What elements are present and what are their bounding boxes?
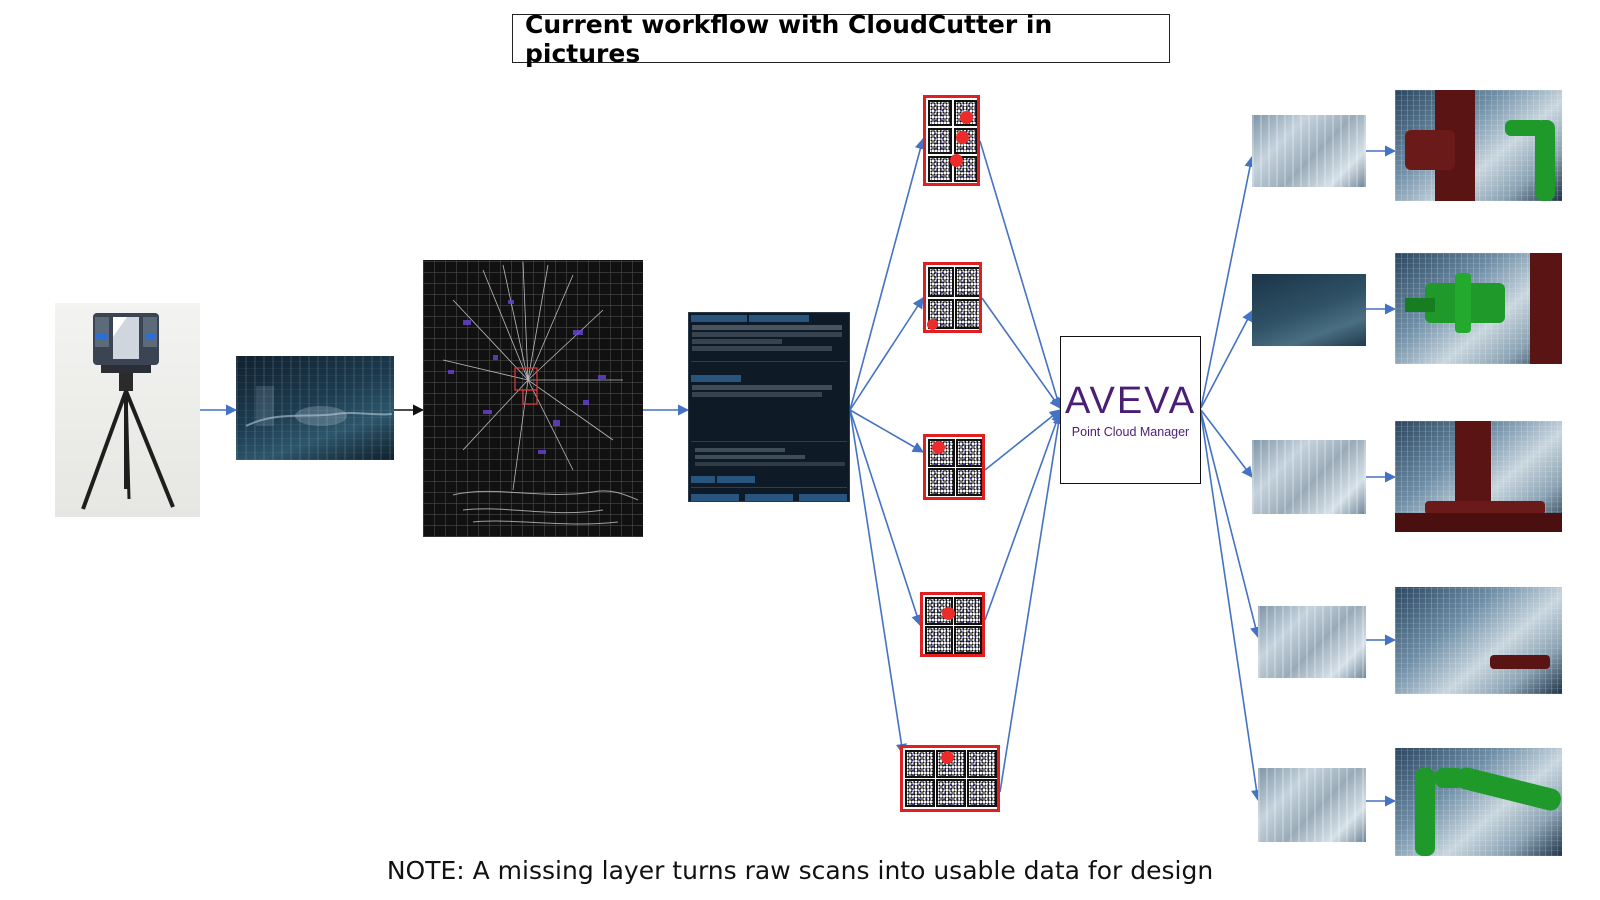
tile-selection-2 bbox=[923, 262, 982, 333]
selection-marker bbox=[960, 111, 973, 124]
result-pointcloud-3 bbox=[1252, 440, 1366, 514]
raw-scan-pointcloud bbox=[236, 356, 394, 460]
result-pointcloud-5 bbox=[1258, 768, 1366, 842]
arrow-tiles-4-to-aveva bbox=[984, 410, 1062, 621]
model-result-3 bbox=[1395, 421, 1562, 532]
arrow-panel-to-tiles-4 bbox=[849, 409, 923, 627]
arrow-panel-to-tiles-1 bbox=[849, 137, 926, 411]
arrow-aveva-to-result-5 bbox=[1200, 413, 1263, 802]
selection-marker bbox=[950, 154, 963, 167]
model-result-4 bbox=[1395, 587, 1562, 694]
tile-selection-1 bbox=[923, 95, 980, 186]
result-pointcloud-2 bbox=[1252, 274, 1366, 346]
arrow-aveva-to-result-4 bbox=[1200, 411, 1261, 639]
arrow-aveva-to-result-1 bbox=[1200, 155, 1256, 409]
tile-selection-5 bbox=[900, 745, 1000, 812]
arrow-panel-to-tiles-2 bbox=[849, 297, 924, 411]
selection-marker bbox=[942, 607, 955, 620]
arrow-panel-to-tiles-3 bbox=[849, 409, 924, 453]
arrow-tiles-3-to-aveva bbox=[984, 409, 1061, 471]
arrow-aveva-to-result-3 bbox=[1200, 409, 1253, 478]
result-pointcloud-4 bbox=[1258, 606, 1366, 678]
cloudcutter-app-panel bbox=[688, 312, 850, 502]
aveva-point-cloud-manager: AVEVA Point Cloud Manager bbox=[1060, 336, 1201, 484]
tile-selection-3 bbox=[923, 434, 985, 500]
diagram-title: Current workflow with CloudCutter in pic… bbox=[512, 10, 1170, 68]
arrow-panel-to-tiles-5 bbox=[849, 409, 907, 756]
model-result-5 bbox=[1395, 748, 1562, 856]
arrow-aveva-to-result-2 bbox=[1200, 310, 1253, 409]
arrow-tiles-5-to-aveva bbox=[999, 412, 1064, 793]
laser-scanner-photo bbox=[55, 303, 200, 517]
footer-note: NOTE: A missing layer turns raw scans in… bbox=[386, 856, 1214, 885]
selection-marker bbox=[932, 441, 945, 454]
arrow-tiles-1-to-aveva bbox=[979, 140, 1063, 410]
selection-marker bbox=[941, 751, 954, 764]
arrow-tiles-2-to-aveva bbox=[981, 297, 1061, 409]
result-pointcloud-1 bbox=[1252, 115, 1366, 187]
tile-selection-4 bbox=[920, 592, 985, 657]
aveva-subtitle: Point Cloud Manager bbox=[1071, 425, 1190, 439]
scan-tile-map bbox=[423, 260, 643, 537]
selection-marker bbox=[927, 319, 938, 330]
model-result-2 bbox=[1395, 253, 1562, 364]
laser-scanner-icon bbox=[81, 313, 175, 510]
model-result-1 bbox=[1395, 90, 1562, 201]
aveva-logo: AVEVA bbox=[1064, 380, 1197, 422]
selection-marker bbox=[956, 131, 969, 144]
